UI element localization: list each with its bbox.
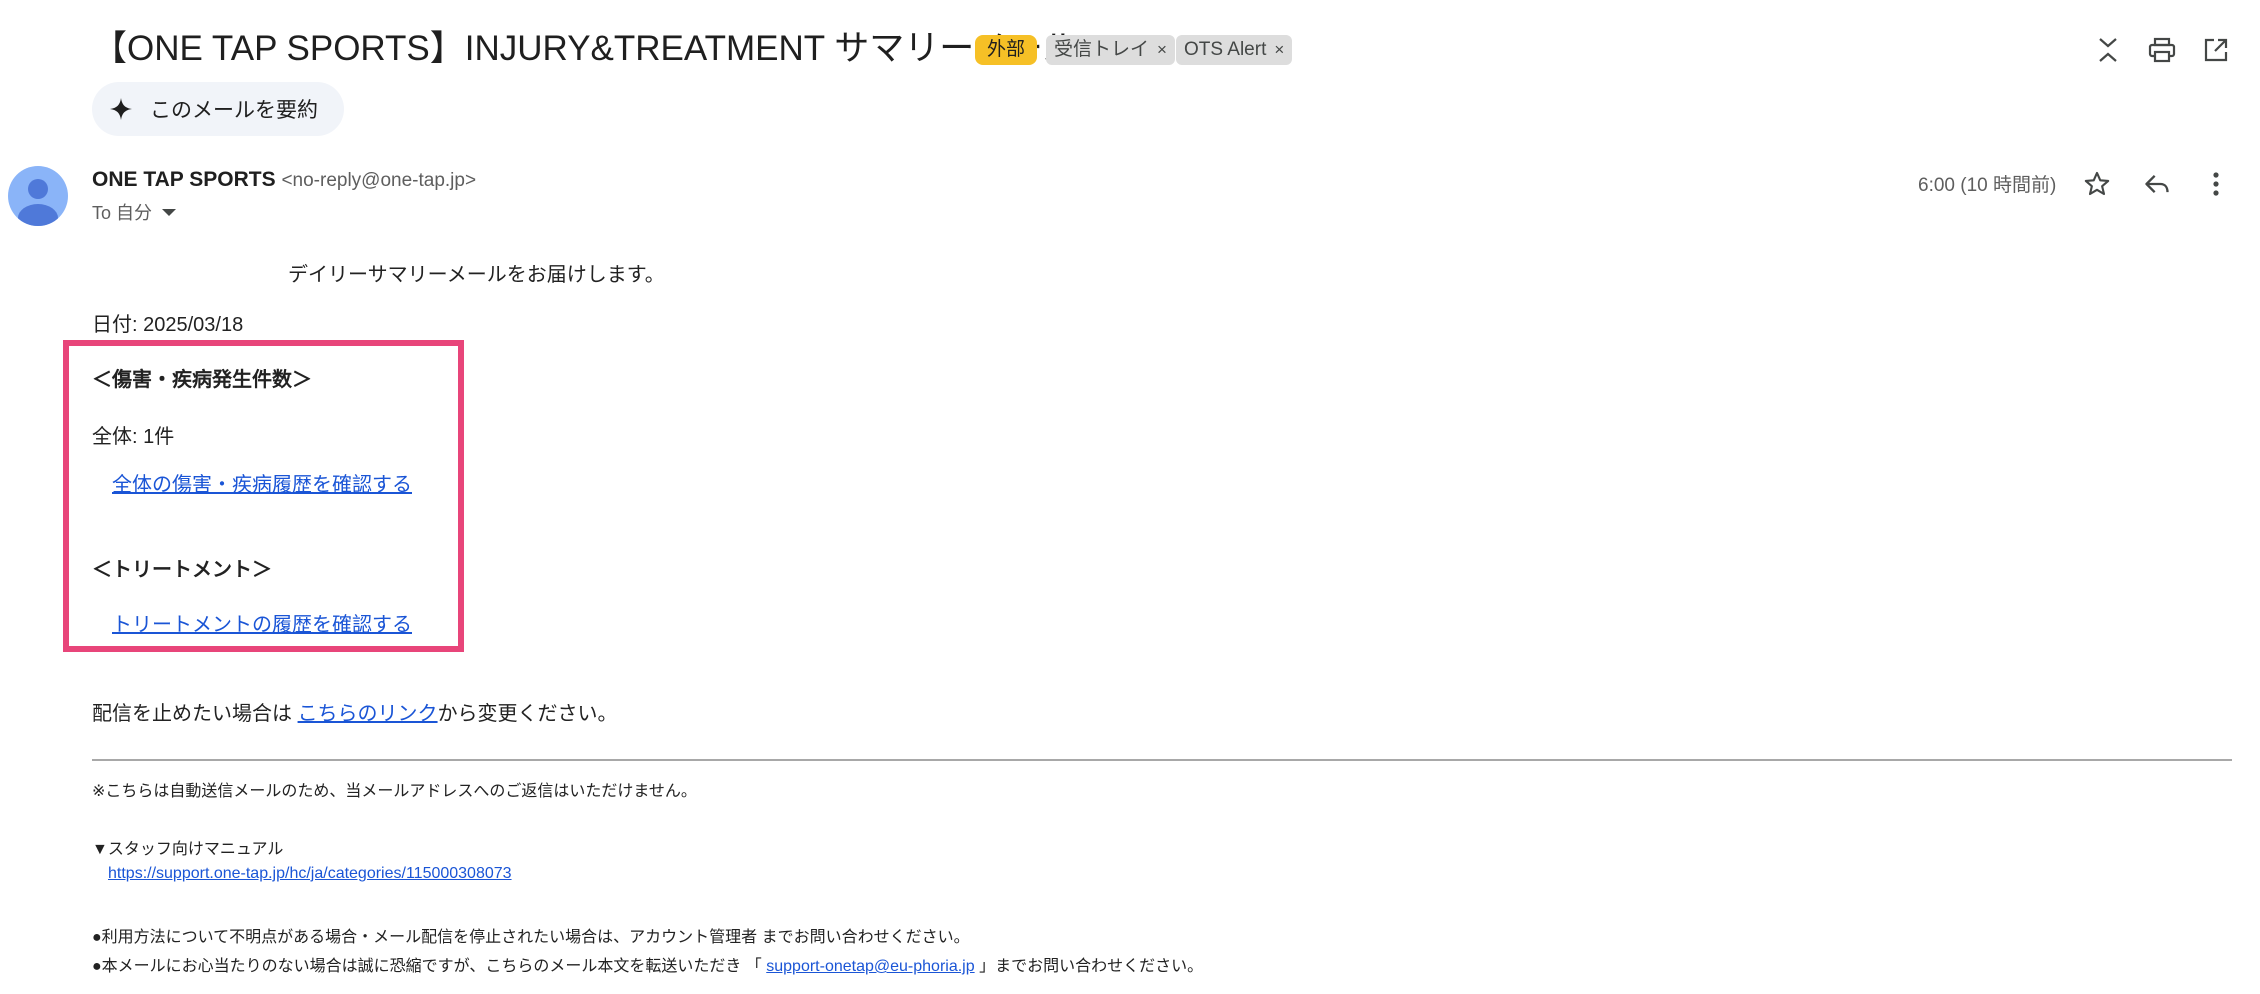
external-badge: 外部 [975,35,1038,65]
summarize-label: このメールを要約 [150,99,318,122]
treatment-heading: ＜トリートメント＞ [92,559,272,581]
open-new-window-icon[interactable] [2198,32,2234,68]
summarize-email-button[interactable]: このメールを要約 [92,82,344,136]
sender-address: <no-reply@one-tap.jp> [281,170,477,191]
divider [92,759,2232,761]
reply-icon[interactable] [2137,164,2177,204]
forward-suffix: 」までお問い合わせください。 [974,958,1204,975]
sender-line: ONE TAP SPORTS <no-reply@one-tap.jp> [92,168,476,192]
email-subject: 【ONE TAP SPORTS】INJURY&TREATMENT サマリーメール [92,29,1078,68]
forward-prefix: ●本メールにお心当たりのない場合は誠に恐縮ですが、こちらのメール本文を転送いただ… [92,958,767,975]
remove-label-icon[interactable]: × [1157,40,1167,59]
message-time: 6:00 (10 時間前) [1918,175,2057,196]
treatment-history-link[interactable]: トリートメントの履歴を確認する [112,608,412,637]
injury-heading: ＜傷害・疾病発生件数＞ [92,369,312,391]
sparkle-icon [106,94,136,124]
unsubscribe-suffix: から変更ください。 [437,703,618,725]
support-email-link[interactable]: support-onetap@eu-phoria.jp [766,958,974,975]
injury-history-link[interactable]: 全体の傷害・疾病履歴を確認する [112,468,412,497]
no-reply-notice: ※こちらは自動送信メールのため、当メールアドレスへのご返信はいただけません。 [92,783,697,800]
label-chip-name: 受信トレイ [1054,39,1150,60]
sender-avatar[interactable] [8,166,68,226]
label-chip-inbox[interactable]: 受信トレイ × [1046,35,1175,65]
manual-heading: ▼スタッフ向けマニュアル [92,841,284,858]
manual-link[interactable]: https://support.one-tap.jp/hc/ja/categor… [108,865,512,883]
more-vert-icon[interactable] [2196,164,2236,204]
chevron-down-icon[interactable] [162,208,177,216]
label-chip-name: OTS Alert [1184,39,1267,60]
recipient-dropdown[interactable]: To 自分 [92,199,177,225]
collapse-all-icon[interactable] [2090,32,2126,68]
unsubscribe-line: 配信を止めたい場合は こちらのリンクから変更ください。 [92,697,618,726]
date-line: 日付: 2025/03/18 [92,314,244,336]
injury-total: 全体: 1件 [92,426,175,448]
forward-line: ●本メールにお心当たりのない場合は誠に恐縮ですが、こちらのメール本文を転送いただ… [92,952,1203,976]
intro-text: デイリーサマリーメールをお届けします。 [288,264,665,286]
star-icon[interactable] [2077,164,2117,204]
recipient-label: To 自分 [92,203,153,223]
unsubscribe-prefix: 配信を止めたい場合は [92,703,298,725]
label-chip-ots-alert[interactable]: OTS Alert × [1176,35,1293,65]
print-icon[interactable] [2144,32,2180,68]
contact-line: ●利用方法について不明点がある場合・メール配信を停止されたい場合は、アカウント管… [92,929,970,946]
remove-label-icon[interactable]: × [1274,40,1284,59]
sender-name[interactable]: ONE TAP SPORTS [92,168,276,191]
unsubscribe-link[interactable]: こちらのリンク [298,703,438,725]
